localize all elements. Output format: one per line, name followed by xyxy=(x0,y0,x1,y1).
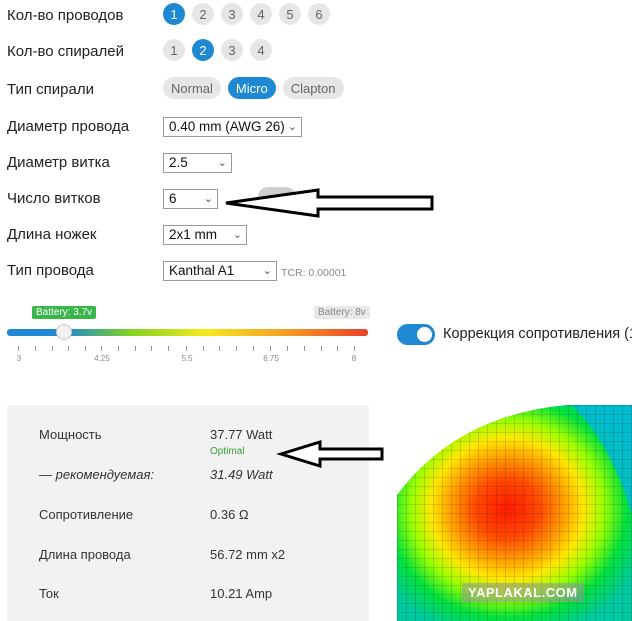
watermark: YAPLAKAL.COM xyxy=(462,583,584,602)
coil-type-clapton[interactable]: Clapton xyxy=(282,77,344,99)
power-value: 37.77 Watt xyxy=(210,427,273,442)
wire-count-option-5[interactable]: 5 xyxy=(279,3,301,25)
turn-diameter-row: Диаметр витка 2.5 ⌄ xyxy=(0,147,632,177)
turn-diameter-label: Диаметр витка xyxy=(7,154,110,171)
slider-tick xyxy=(321,346,322,351)
leg-length-label: Длина ножек xyxy=(7,226,97,243)
slider-tick xyxy=(236,346,237,351)
wire-count-label: Кол-во проводов xyxy=(7,7,124,24)
slider-tick xyxy=(253,346,254,351)
annotation-arrow-power xyxy=(276,440,384,468)
slider-tick xyxy=(118,346,119,351)
slider-tick-label: 3 xyxy=(16,354,22,363)
wire-count-option-1[interactable]: 1 xyxy=(163,3,185,25)
slider-tick-label: 4.25 xyxy=(94,354,110,363)
wire-count-option-2[interactable]: 2 xyxy=(192,3,214,25)
wire-count-row: Кол-во проводов 1 2 3 4 5 6 xyxy=(0,0,632,30)
wire-count-option-3[interactable]: 3 xyxy=(221,3,243,25)
slider-tick xyxy=(68,346,69,351)
wire-count-option-4[interactable]: 4 xyxy=(250,3,272,25)
coil-count-option-1[interactable]: 1 xyxy=(163,39,185,61)
wire-type-select[interactable]: Kanthal A1 ⌄ xyxy=(163,261,277,281)
slider-tick xyxy=(304,346,305,351)
slider-tick xyxy=(135,346,136,351)
toggle-knob xyxy=(417,327,432,342)
slider-tick xyxy=(186,346,187,351)
slider-tick xyxy=(168,346,169,351)
chevron-down-icon: ⌄ xyxy=(203,193,213,205)
resistance-label: Сопротивление xyxy=(39,507,134,522)
results-panel: Мощность 37.77 Watt Optimal — рекомендуе… xyxy=(7,405,369,621)
tcr-value: TCR: 0.00001 xyxy=(281,267,347,279)
coil-type-row: Тип спирали Normal Micro Clapton xyxy=(0,74,632,104)
coil-count-label: Кол-во спиралей xyxy=(7,43,124,60)
slider-tick-label: 8 xyxy=(351,354,357,363)
slider-tick xyxy=(337,346,338,351)
wire-type-row: Тип провода Kanthal A1 ⌄ TCR: 0.00001 xyxy=(0,255,632,285)
wire-diameter-select[interactable]: 0.40 mm (AWG 26) ⌄ xyxy=(163,117,302,137)
turn-diameter-select[interactable]: 2.5 ⌄ xyxy=(163,153,232,173)
chevron-down-icon: ⌄ xyxy=(217,157,227,169)
wire-diameter-label: Диаметр провода xyxy=(7,118,130,135)
current-value: 10.21 Amp xyxy=(210,586,273,601)
slider-tick-label: 5.5 xyxy=(181,354,193,363)
coil-count-row: Кол-во спиралей 1 2 3 4 xyxy=(0,36,632,66)
turn-diameter-value: 2.5 xyxy=(169,155,188,170)
annotation-arrow-turns xyxy=(225,188,434,218)
chevron-down-icon: ⌄ xyxy=(262,265,272,277)
slider-tick xyxy=(270,346,271,351)
leg-length-row: Длина ножек 2x1 mm ⌄ xyxy=(0,219,632,249)
wire-diameter-row: Диаметр провода 0.40 mm (AWG 26) ⌄ xyxy=(0,111,632,141)
coil-type-label: Тип спирали xyxy=(7,81,94,98)
coil-count-option-4[interactable]: 4 xyxy=(250,39,272,61)
coil-count-options: 1 2 3 4 xyxy=(163,39,272,61)
wire-type-value: Kanthal A1 xyxy=(169,263,235,278)
leg-length-select[interactable]: 2x1 mm ⌄ xyxy=(163,225,247,245)
coil-type-options: Normal Micro Clapton xyxy=(163,77,344,99)
power-status: Optimal xyxy=(210,446,245,457)
recommended-value: 31.49 Watt xyxy=(210,467,273,482)
resistance-correction-label: Коррекция сопротивления (1 xyxy=(443,326,632,342)
turns-label: Число витков xyxy=(7,190,101,207)
slider-tick xyxy=(18,346,19,351)
slider-tick xyxy=(85,346,86,351)
slider-tick xyxy=(354,346,355,351)
slider-tick xyxy=(219,346,220,351)
slider-tick xyxy=(203,346,204,351)
slider-tick xyxy=(287,346,288,351)
coil-type-normal[interactable]: Normal xyxy=(163,77,221,99)
turns-select[interactable]: 6 ⌄ xyxy=(163,189,218,209)
wire-count-options: 1 2 3 4 5 6 xyxy=(163,3,330,25)
recommended-label: — рекомендуемая: xyxy=(39,467,155,482)
resistance-correction-toggle[interactable] xyxy=(397,324,435,345)
slider-tick xyxy=(52,346,53,351)
slider-tick xyxy=(151,346,152,351)
turns-value: 6 xyxy=(169,191,177,206)
coil-type-micro[interactable]: Micro xyxy=(227,77,276,99)
wire-length-value: 56.72 mm x2 xyxy=(210,547,286,562)
power-label: Мощность xyxy=(39,427,102,442)
battery-current-badge: Battery: 3.7v xyxy=(32,306,97,319)
wire-length-label: Длина провода xyxy=(39,547,131,562)
chevron-down-icon: ⌄ xyxy=(232,229,242,241)
chevron-down-icon: ⌄ xyxy=(287,121,297,133)
slider-tick xyxy=(101,346,102,351)
resistance-value: 0.36 Ω xyxy=(210,507,249,522)
wire-type-label: Тип провода xyxy=(7,262,94,279)
coil-count-option-2[interactable]: 2 xyxy=(192,39,214,61)
wire-diameter-value: 0.40 mm (AWG 26) xyxy=(169,119,285,134)
wire-count-option-6[interactable]: 6 xyxy=(308,3,330,25)
slider-tick-label: 6.75 xyxy=(263,354,279,363)
leg-length-value: 2x1 mm xyxy=(169,227,218,242)
slider-tick xyxy=(35,346,36,351)
battery-max-badge: Battery: 8v xyxy=(314,306,370,319)
coil-count-option-3[interactable]: 3 xyxy=(221,39,243,61)
current-label: Ток xyxy=(39,586,59,601)
battery-slider-handle[interactable] xyxy=(56,324,72,340)
